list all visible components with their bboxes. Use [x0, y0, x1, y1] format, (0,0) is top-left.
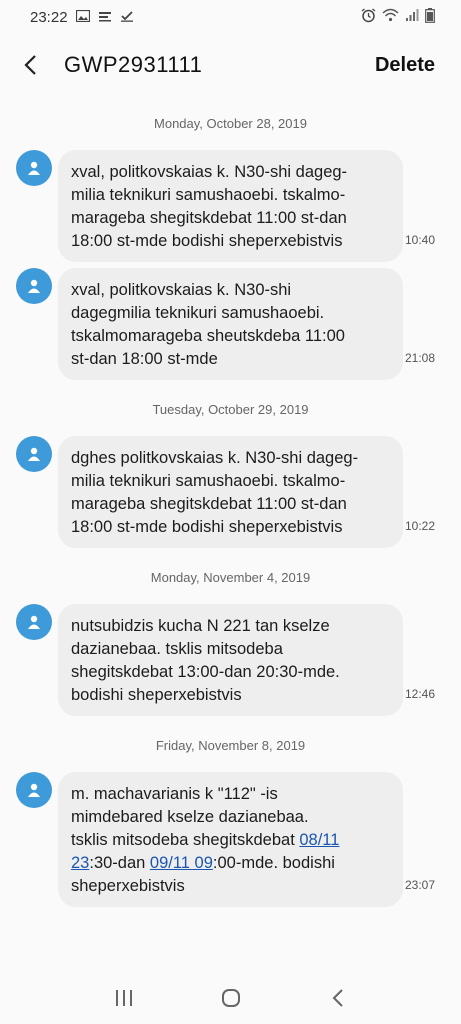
message-text: :00-mde. bodishi	[212, 854, 335, 872]
person-icon	[28, 161, 40, 175]
conversation-title: GWP2931111	[64, 52, 203, 77]
person-icon	[28, 447, 40, 461]
avatar[interactable]	[16, 268, 52, 304]
chevron-left-icon	[24, 55, 36, 75]
message-line: marageba shegitskdebat 11:00 st-dan	[71, 209, 347, 227]
message-bubble[interactable]: nutsubidzis kucha N 221 tan kselze dazia…	[58, 604, 403, 716]
message-bubble[interactable]: xval, politkovskaias k. N30-shi dageg- m…	[58, 150, 403, 262]
status-time: 23:22	[30, 8, 68, 26]
avatar[interactable]	[16, 604, 52, 640]
message-line: 23:30-dan 09/11 09:00-mde. bodishi	[71, 852, 391, 875]
conversation-header: GWP2931111 Delete	[0, 40, 461, 90]
recents-button[interactable]	[104, 978, 144, 1018]
message-time: 10:40	[405, 233, 436, 247]
message-time: 23:07	[405, 878, 436, 892]
status-right	[361, 7, 435, 27]
message-line: mimdebared kselze dazianebaa.	[71, 808, 309, 826]
message-line: dghes politkovskaias k. N30-shi dageg-	[71, 449, 359, 467]
message-line: xval, politkovskaias k. N30-shi	[71, 281, 292, 299]
status-left: 23:22	[30, 9, 134, 26]
back-button[interactable]	[18, 53, 42, 77]
delete-button[interactable]: Delete	[375, 54, 435, 77]
home-icon	[221, 989, 240, 1007]
message-time: 10:22	[405, 519, 436, 533]
date-link[interactable]: 08/11	[299, 831, 339, 849]
back-nav-icon	[332, 989, 343, 1007]
message-line: 18:00 st-mde bodishi sheperxebistvis	[71, 518, 343, 536]
message-line: m. machavarianis k "112" -is	[71, 785, 278, 803]
avatar[interactable]	[16, 150, 52, 186]
message-time: 21:08	[405, 351, 436, 365]
message-line: st-dan 18:00 st-mde	[71, 350, 218, 368]
home-button[interactable]	[211, 978, 251, 1018]
message-line: dagegmilia teknikuri samushaoebi.	[71, 304, 325, 322]
gallery-notification-icon	[75, 9, 90, 26]
message-bubble[interactable]: m. machavarianis k "112" -is mimdebared …	[58, 772, 403, 907]
data-notification-icon	[98, 9, 112, 26]
message-text: tsklis mitsodeba shegitskdebat	[71, 831, 300, 849]
time-link[interactable]: 23	[71, 854, 89, 872]
message-line: dazianebaa. tsklis mitsodeba	[71, 640, 283, 658]
message-line: nutsubidzis kucha N 221 tan kselze	[71, 617, 330, 635]
system-nav-bar	[0, 972, 461, 1024]
message-line: milia teknikuri samushaoebi. tskalmo-	[71, 186, 346, 204]
battery-icon	[425, 7, 435, 27]
message-line: xval, politkovskaias k. N30-shi dageg-	[71, 163, 348, 181]
message-line: milia teknikuri samushaoebi. tskalmo-	[71, 472, 346, 490]
avatar[interactable]	[16, 436, 52, 472]
date-time-link[interactable]: 09/11 09	[150, 854, 213, 872]
alarm-icon	[361, 7, 376, 27]
message-bubble[interactable]: xval, politkovskaias k. N30-shi dagegmil…	[58, 268, 403, 380]
message-line: bodishi sheperxebistvis	[71, 686, 242, 704]
message-line: tskalmomarageba sheutskdeba 11:00	[71, 327, 345, 345]
message-bubble[interactable]: dghes politkovskaias k. N30-shi dageg- m…	[58, 436, 403, 548]
person-icon	[28, 783, 40, 797]
date-separator: Monday, November 4, 2019	[150, 570, 311, 585]
message-time: 12:46	[405, 687, 436, 701]
message-line: 18:00 st-mde bodishi sheperxebistvis	[71, 232, 343, 250]
person-icon	[28, 615, 40, 629]
date-separator: Tuesday, October 29, 2019	[152, 402, 309, 417]
date-separator: Monday, October 28, 2019	[154, 116, 307, 131]
message-line: tsklis mitsodeba shegitskdebat 08/11	[71, 829, 391, 852]
person-icon	[28, 279, 40, 293]
wifi-icon	[382, 8, 399, 26]
signal-icon	[405, 8, 419, 26]
back-nav-button[interactable]	[318, 978, 358, 1018]
message-line: marageba shegitskdebat 11:00 st-dan	[71, 495, 347, 513]
status-bar: 23:22	[0, 0, 461, 34]
recents-icon	[115, 990, 132, 1006]
message-line: shegitskdebat 13:00-dan 20:30-mde.	[71, 663, 340, 681]
avatar[interactable]	[16, 772, 52, 808]
message-line: sheperxebistvis	[71, 877, 185, 895]
check-notification-icon	[120, 9, 134, 26]
date-separator: Friday, November 8, 2019	[155, 738, 306, 753]
message-text: :30-dan	[89, 854, 150, 872]
